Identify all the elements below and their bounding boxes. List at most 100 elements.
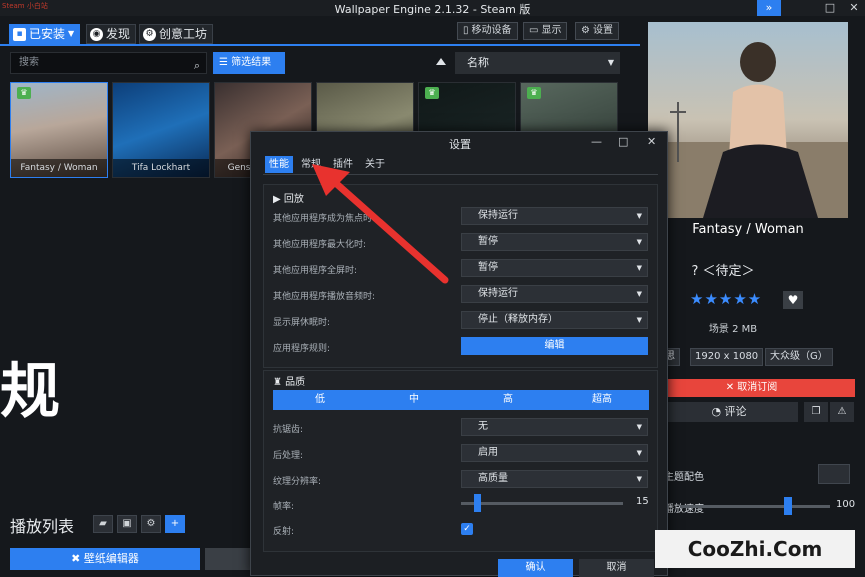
scheme-color-picker[interactable]: [818, 464, 850, 484]
wallpaper-thumbnail[interactable]: Tifa Lockhart: [112, 82, 210, 178]
wallpaper-title: Fantasy / Woman: [692, 222, 804, 237]
chevron-down-icon: ▼: [636, 264, 642, 272]
quality-high[interactable]: 高: [461, 390, 555, 410]
settings-button[interactable]: ⚙ 设置: [575, 22, 619, 40]
search-icon: ⌕: [193, 59, 200, 72]
chevron-down-icon: ▼: [68, 29, 75, 38]
editor-label: 壁纸编辑器: [83, 552, 139, 565]
focus-select[interactable]: 保持运行 ▼: [461, 207, 648, 225]
filter-label: 筛选结果: [231, 57, 272, 68]
sort-select[interactable]: 名称 ▼: [455, 52, 620, 74]
add-icon[interactable]: +: [165, 515, 185, 533]
maximize-button[interactable]: □: [818, 0, 842, 16]
expand-button[interactable]: »: [757, 0, 781, 16]
sleep-select[interactable]: 停止（释放内存） ▼: [461, 311, 648, 329]
close-icon[interactable]: ✕: [647, 135, 656, 148]
cancel-button[interactable]: 取消: [579, 559, 654, 577]
secondary-button[interactable]: [205, 548, 250, 570]
confirm-button[interactable]: 确认: [498, 559, 573, 577]
resolution-select[interactable]: 高质量 ▼: [461, 470, 648, 488]
play-icon: ▶: [273, 194, 281, 205]
quality-preset-bar: 低 中 高 超高: [273, 390, 649, 410]
phone-icon: ▯: [463, 25, 469, 36]
fullscreen-value: 暂停: [478, 262, 498, 273]
heart-icon: ♥: [787, 293, 799, 307]
search-placeholder: 搜索: [19, 57, 39, 68]
maximized-value: 暂停: [478, 236, 498, 247]
antialiasing-select[interactable]: 无 ▼: [461, 418, 648, 436]
tab-installed-label: 已安装: [29, 27, 66, 41]
audio-select[interactable]: 保持运行 ▼: [461, 285, 648, 303]
save-icon[interactable]: ▣: [117, 515, 137, 533]
trophy-icon: ♛: [527, 87, 541, 99]
speed-slider-handle[interactable]: [784, 497, 792, 515]
copy-button[interactable]: ❐: [804, 402, 828, 422]
copy-icon: ❐: [811, 406, 821, 417]
postprocessing-label: 后处理:: [273, 451, 304, 461]
report-button[interactable]: ⚠: [830, 402, 854, 422]
chevron-down-icon: ▼: [636, 423, 642, 431]
sort-direction-icon[interactable]: [436, 58, 446, 65]
tab-underline: [0, 44, 640, 46]
quality-medium[interactable]: 中: [367, 390, 461, 410]
monitor-icon: ▭: [529, 25, 539, 36]
close-button[interactable]: ✕: [842, 0, 865, 16]
sleep-label: 显示屏休眠时:: [273, 318, 331, 328]
maximize-button[interactable]: □: [618, 135, 628, 148]
resolution-label: 纹理分辨率:: [273, 477, 322, 487]
resolution-value: 高质量: [478, 473, 508, 484]
trophy-icon: ♛: [425, 87, 439, 99]
tab-installed[interactable]: ▪ 已安装 ▼: [9, 24, 81, 44]
star-rating[interactable]: ★★★★★: [690, 290, 762, 308]
tag-badge[interactable]: 大众级（G）: [765, 348, 833, 366]
filter-button[interactable]: ☰ 筛选结果: [213, 52, 285, 74]
edit-rules-button[interactable]: 编辑: [461, 337, 648, 355]
maximized-select[interactable]: 暂停 ▼: [461, 233, 648, 251]
trophy-icon: ♛: [17, 87, 31, 99]
mobile-button[interactable]: ▯ 移动设备: [457, 22, 518, 40]
focus-value: 保持运行: [478, 210, 518, 221]
postprocessing-value: 启用: [478, 447, 498, 458]
tab-discover-label: 发现: [106, 27, 131, 41]
wallpaper-editor-button[interactable]: ✖ 壁纸编辑器: [10, 548, 200, 570]
speed-slider-track[interactable]: [680, 505, 830, 508]
reflection-label: 反射:: [273, 527, 295, 537]
content-rating[interactable]: ? ＜待定＞: [648, 260, 798, 279]
favorite-button[interactable]: ♥: [783, 291, 803, 309]
postprocessing-select[interactable]: 启用 ▼: [461, 444, 648, 462]
quality-ultra[interactable]: 超高: [555, 390, 649, 410]
unsubscribe-button[interactable]: ✕ 取消订阅: [648, 379, 855, 397]
fps-value: 15: [636, 496, 649, 507]
review-button[interactable]: ◔ 评论: [660, 402, 798, 422]
settings-label: 设置: [592, 25, 613, 36]
annotation-arrow: [312, 164, 449, 284]
steam-icon: ⚙: [143, 27, 156, 41]
folder-icon[interactable]: ▰: [93, 515, 113, 533]
tab-workshop[interactable]: ⚙ 创意工坊: [139, 24, 214, 44]
search-input[interactable]: 搜索 ⌕: [10, 52, 207, 74]
tab-performance[interactable]: 性能: [265, 156, 293, 173]
quality-heading: ♜ 品质: [273, 373, 305, 388]
minimize-button[interactable]: —: [591, 135, 602, 148]
dialog-title: 设置: [449, 138, 471, 151]
mobile-label: 移动设备: [471, 25, 512, 36]
sleep-value: 停止（释放内存）: [478, 314, 558, 325]
fps-slider-track[interactable]: [461, 502, 623, 505]
display-button[interactable]: ▭ 显示: [523, 22, 568, 40]
fps-slider-handle[interactable]: [474, 494, 482, 512]
quality-low[interactable]: 低: [273, 390, 367, 410]
antialiasing-label: 抗锯齿:: [273, 425, 304, 435]
chevron-down-icon: ▼: [636, 449, 642, 457]
tag-badge[interactable]: 1920 x 1080: [690, 348, 764, 366]
settings-icon[interactable]: ⚙: [141, 515, 161, 533]
tab-discover[interactable]: ◉ 发现: [86, 24, 137, 44]
wallpaper-thumbnail[interactable]: ♛ Fantasy / Woman: [10, 82, 108, 178]
title-bar: Steam 小白站 Wallpaper Engine 2.1.32 - Stea…: [0, 0, 865, 16]
fullscreen-select[interactable]: 暂停 ▼: [461, 259, 648, 277]
gear-icon: ⚙: [581, 25, 590, 36]
speed-value: 100: [836, 499, 856, 510]
display-label: 显示: [541, 25, 562, 36]
reflection-checkbox[interactable]: ✓: [461, 523, 473, 535]
fps-label: 帧率:: [273, 502, 295, 512]
compass-icon: ◉: [90, 27, 103, 41]
